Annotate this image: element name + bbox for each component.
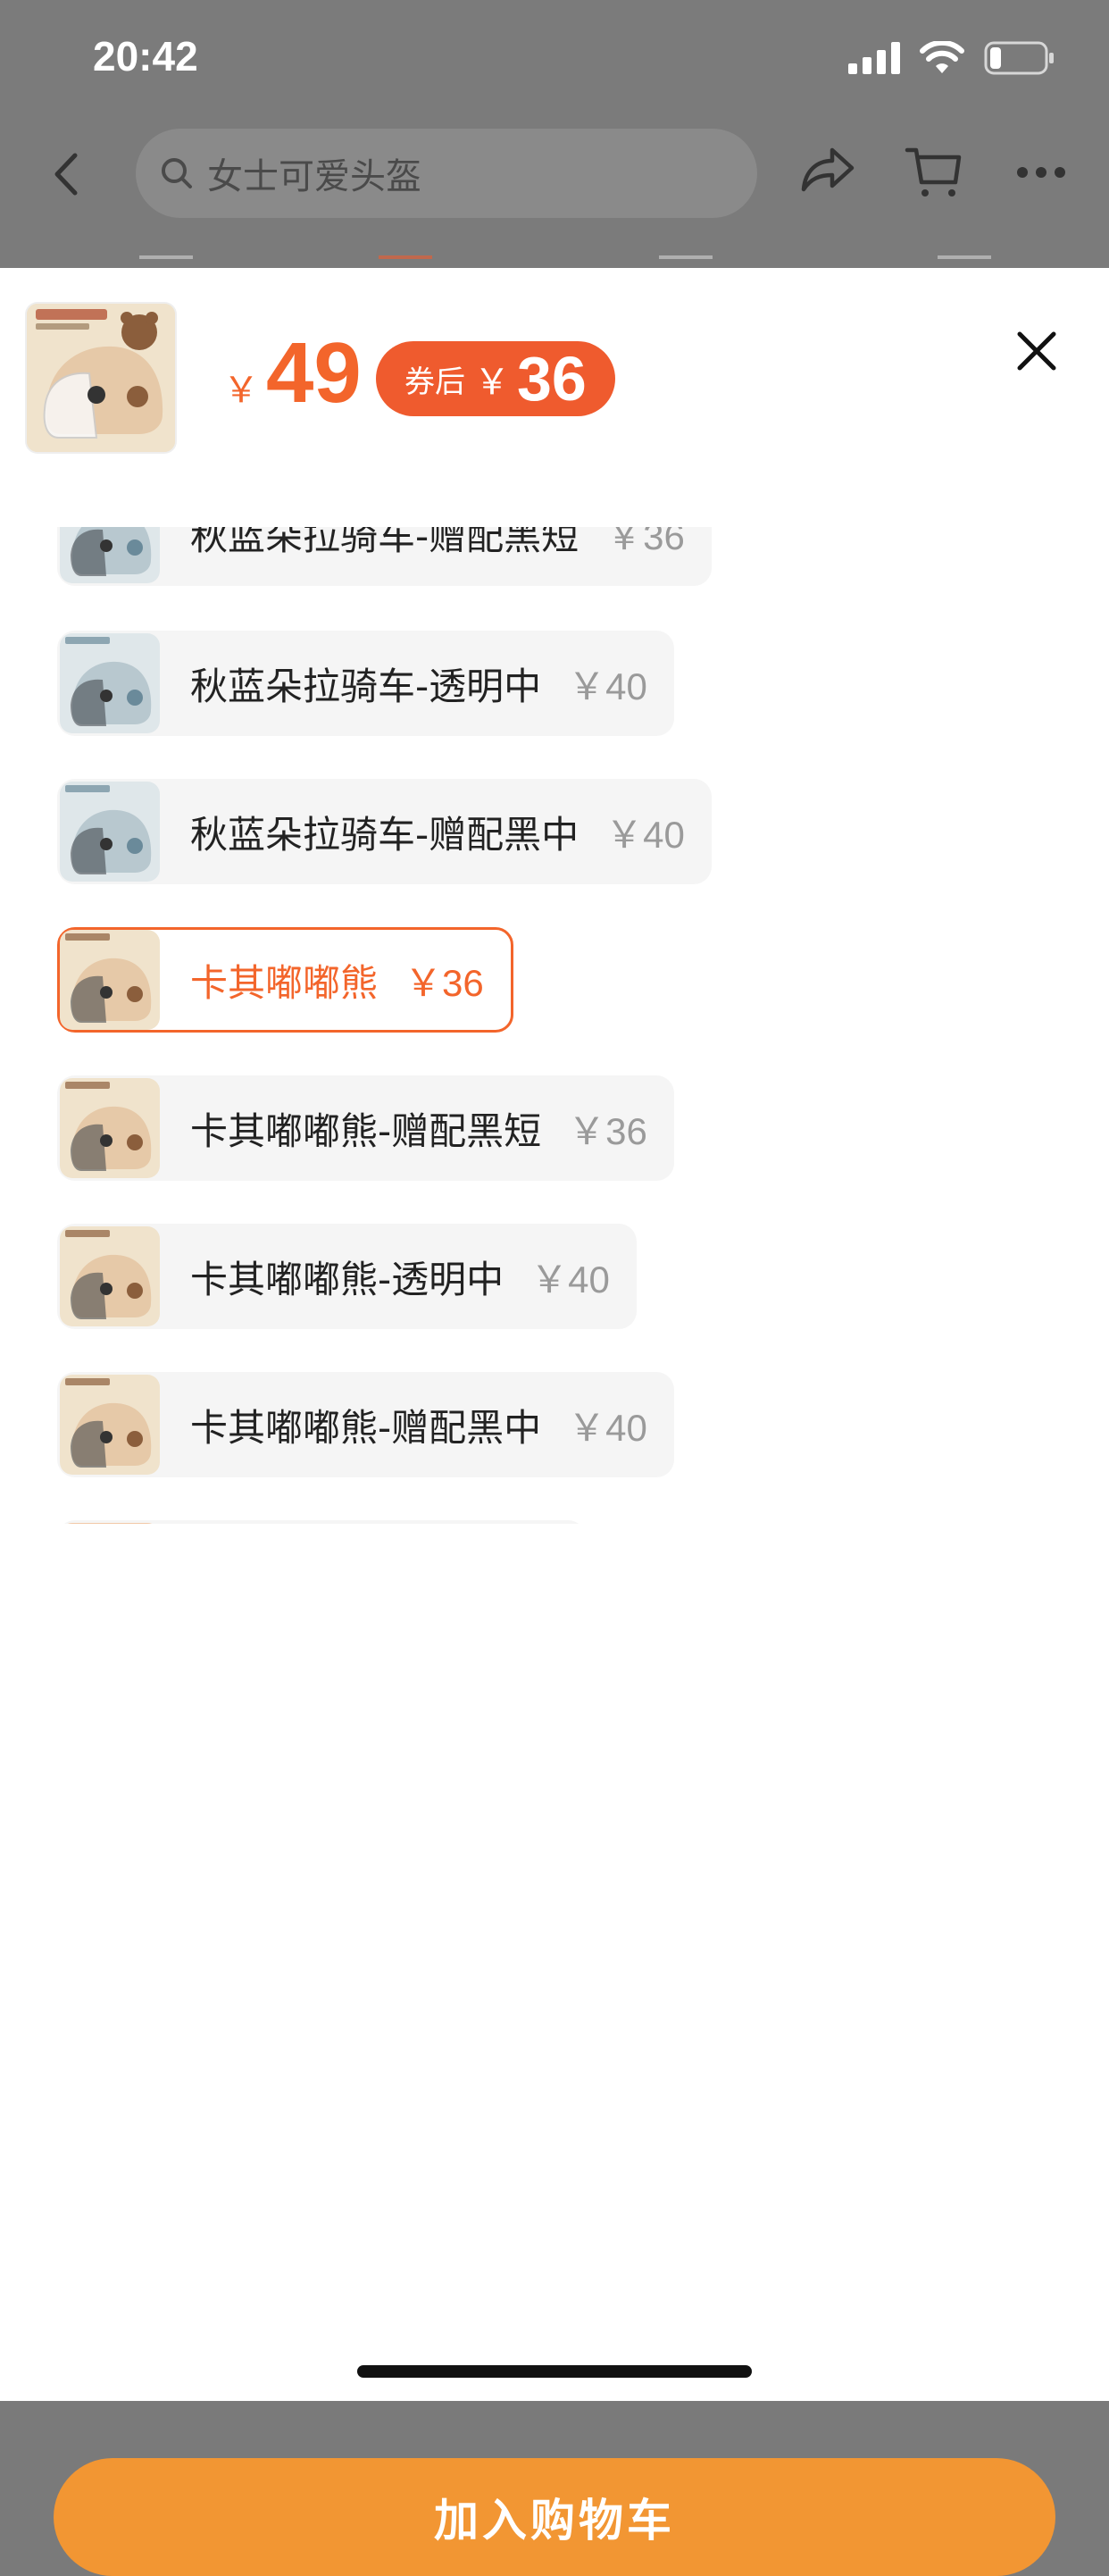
close-icon[interactable]	[1014, 329, 1059, 373]
sku-option-name: 卡其嘟嘟熊-赠配黑中	[190, 1405, 542, 1450]
sku-option[interactable]: 卡其嘟嘟熊-赠配黑短 ￥36	[57, 1075, 674, 1181]
khaki-helmet-image	[27, 304, 175, 452]
battery-icon	[984, 41, 1054, 75]
more-icon[interactable]	[1016, 166, 1066, 179]
sku-option[interactable]: 秋蓝朵拉骑车-赠配黑短 ￥36	[57, 527, 712, 586]
sku-option-name: 秋蓝朵拉骑车-赠配黑中	[190, 812, 580, 857]
sku-option-price: ￥40	[605, 813, 685, 856]
sku-option[interactable]: 卡其嘟嘟熊-透明中 ￥40	[57, 1224, 637, 1329]
sku-option-name: 卡其嘟嘟熊-赠配黑短	[190, 1108, 542, 1153]
sku-option-price: ￥40	[568, 1406, 647, 1449]
sku-option-price: ￥40	[530, 1258, 610, 1301]
coupon-price-badge: 券后 ￥ 36	[376, 341, 615, 416]
khaki-helmet-thumbnail	[60, 930, 160, 1030]
sku-options-list[interactable]: 秋蓝朵拉骑车-赠配黑短 ￥36 秋蓝朵拉骑车-透明中 ￥40 秋蓝朵拉骑车-赠配黑中 ￥4…	[0, 527, 1109, 1524]
wifi-icon	[920, 41, 964, 73]
search-icon	[162, 158, 192, 188]
khaki-helmet-thumbnail	[60, 1375, 160, 1475]
sku-option-name: 卡其嘟嘟熊	[190, 960, 379, 1005]
sku-option-name: 秋蓝朵拉骑车-赠配黑短	[190, 527, 580, 558]
coupon-label: 券后	[404, 364, 465, 400]
sku-selection-sheet: ￥ 49 券后 ￥ 36 秋蓝朵拉骑车-赠配黑短 ￥36 秋蓝朵拉骑车-透明中 ￥40…	[0, 268, 1109, 2576]
top-nav: 女士可爱头盔	[0, 125, 1109, 223]
coupon-price: 36	[517, 344, 587, 414]
brown-helmet-thumbnail	[60, 1523, 160, 1524]
status-bar: 20:42	[0, 0, 1109, 125]
tabs-peek	[0, 255, 1109, 268]
search-placeholder: 女士可爱头盔	[207, 156, 421, 197]
price-display: ￥ 49	[223, 330, 362, 416]
khaki-helmet-thumbnail	[60, 1078, 160, 1178]
blue-helmet-thumbnail	[60, 527, 160, 583]
add-to-cart-button[interactable]: 加入购物车	[54, 2458, 1055, 2576]
sku-option-selected[interactable]: 卡其嘟嘟熊 ￥36	[57, 927, 513, 1033]
sku-option-name: 卡其嘟嘟熊-透明中	[190, 1257, 504, 1301]
selected-product-thumbnail[interactable]	[27, 304, 175, 452]
khaki-helmet-thumbnail	[60, 1226, 160, 1326]
blue-helmet-thumbnail	[60, 782, 160, 882]
sku-option-price: ￥36	[568, 1109, 647, 1152]
signal-icon	[848, 42, 900, 74]
price-value: 49	[266, 325, 362, 421]
coupon-currency: ￥	[474, 362, 510, 403]
status-time: 20:42	[93, 33, 198, 79]
currency-symbol: ￥	[223, 370, 259, 411]
sku-option[interactable]: 秋蓝朵拉骑车-透明中 ￥40	[57, 631, 674, 736]
sku-option[interactable]: 秋蓝朵拉骑车-赠配黑中 ￥40	[57, 779, 712, 884]
sku-option[interactable]: 卡其嘟嘟熊-赠配黑中 ￥40	[57, 1372, 674, 1477]
sku-option[interactable]: 哑咖啡超人熊野￥36	[57, 1520, 586, 1524]
back-arrow-icon[interactable]	[52, 152, 80, 197]
blue-helmet-thumbnail	[60, 633, 160, 733]
home-indicator	[357, 2365, 752, 2378]
share-icon[interactable]	[798, 145, 855, 195]
sku-option-price: ￥36	[404, 961, 484, 1004]
search-bar[interactable]: 女士可爱头盔	[136, 129, 757, 218]
cart-icon[interactable]	[904, 145, 963, 200]
status-icons	[848, 41, 1055, 75]
sku-option-name: 秋蓝朵拉骑车-透明中	[190, 664, 542, 708]
sku-option-price: ￥36	[605, 527, 685, 557]
sku-option-price: ￥40	[568, 665, 647, 707]
